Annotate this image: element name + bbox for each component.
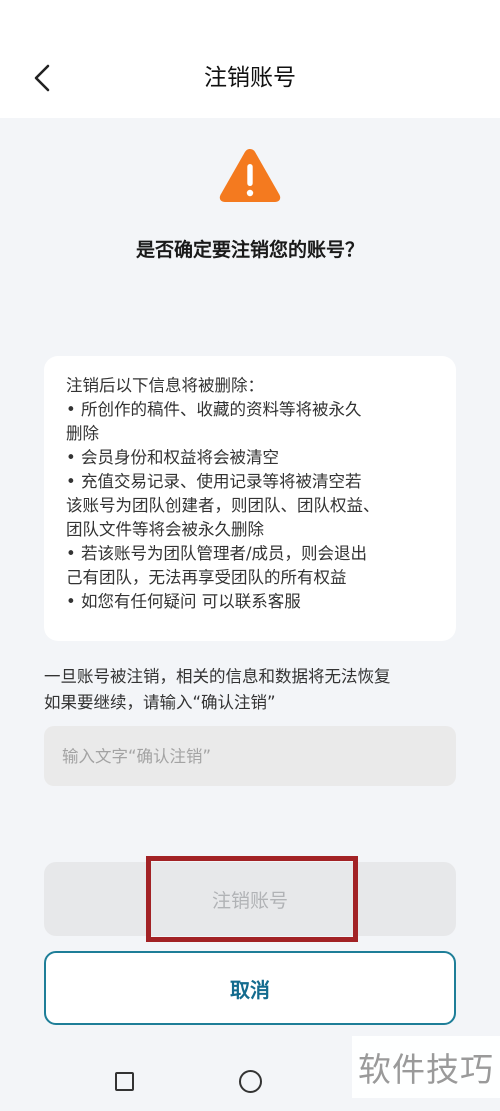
notice-line: 一旦账号被注销，相关的信息和数据将无法恢复 [44, 667, 391, 686]
irreversible-notice: 一旦账号被注销，相关的信息和数据将无法恢复 如果要继续，请输入“确认注销” [44, 664, 464, 716]
deletion-info-card: 注销后以下信息将被删除： • 所创作的稿件、收藏的资料等将被永久 删除 • 会员… [44, 356, 456, 641]
info-line: 己有团队，无法再享受团队的所有权益 [66, 568, 347, 587]
info-line: 该账号为团队创建者，则团队、团队权益、 [66, 496, 380, 515]
delete-account-button[interactable]: 注销账号 [44, 862, 456, 936]
cancel-button[interactable]: 取消 [44, 951, 456, 1025]
info-line: 删除 [66, 424, 99, 443]
info-line: 团队文件等将会被永久删除 [66, 520, 264, 539]
page-title: 注销账号 [204, 65, 296, 91]
info-line: • 充值交易记录、使用记录等将被清空若 [66, 472, 362, 491]
confirm-question: 是否确定要注销您的账号？ [135, 239, 364, 261]
warning-triangle-icon [219, 149, 281, 202]
info-line: • 若该账号为团队管理者/成员，则会退出 [66, 544, 368, 563]
square-icon[interactable] [115, 1072, 134, 1091]
circle-icon[interactable] [239, 1070, 262, 1093]
info-line: • 会员身份和权益将会被清空 [66, 448, 279, 467]
notice-line: 如果要继续，请输入“确认注销” [44, 693, 276, 712]
top-bar: 注销账号 [0, 0, 500, 118]
info-line: • 所创作的稿件、收藏的资料等将被永久 [66, 400, 362, 419]
confirm-text-input[interactable] [44, 726, 456, 786]
watermark: 软件技巧 [352, 1036, 500, 1098]
info-line: 注销后以下信息将被删除： [66, 376, 264, 395]
info-line: • 如您有任何疑问 可以联系客服 [66, 592, 301, 611]
